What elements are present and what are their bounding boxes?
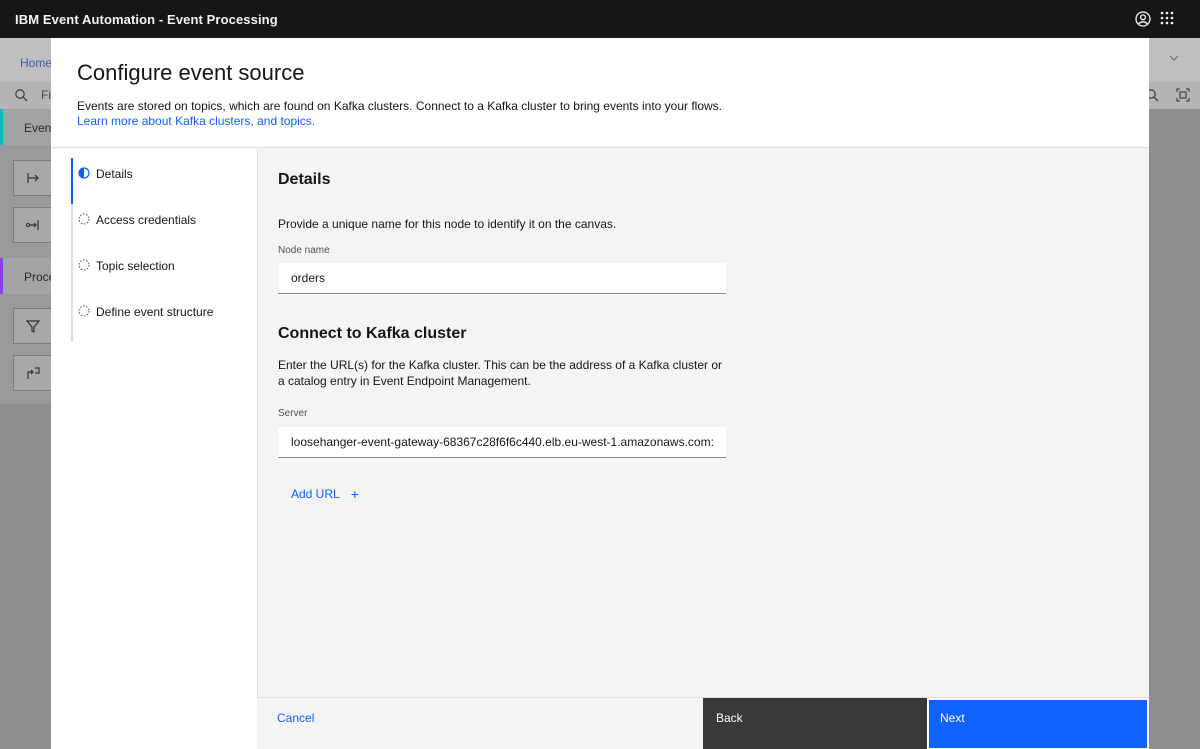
modal-description: Events are stored on topics, which are f… [77, 99, 723, 113]
event-source-tile [13, 160, 53, 196]
step-label: Define event structure [96, 305, 214, 319]
details-helper-text: Provide a unique name for this node to i… [278, 217, 617, 231]
step-incomplete-icon [78, 305, 90, 317]
brand-name: IBM [15, 11, 40, 27]
step-topic-selection[interactable]: Topic selection [71, 250, 251, 296]
transform-icon [27, 367, 40, 379]
product-name: Event Automation - Event Processing [42, 11, 278, 27]
step-rail [71, 204, 73, 250]
add-url-label: Add URL [291, 487, 340, 501]
step-define-event-structure[interactable]: Define event structure [71, 296, 251, 342]
app-switcher-icon[interactable] [1157, 9, 1177, 29]
plus-icon: + [350, 486, 359, 502]
product-title[interactable]: IBM Event Automation - Event Processing [0, 12, 278, 27]
section-accent-bar [0, 258, 3, 294]
modal-footer: Cancel Back Next [257, 697, 1149, 749]
palette-section-processors: Proce [0, 258, 55, 294]
step-label: Details [96, 167, 133, 181]
step-content: Details Provide a unique name for this n… [257, 149, 1149, 697]
step-label: Topic selection [96, 259, 175, 273]
kafka-cluster-helper-text: Enter the URL(s) for the Kafka cluster. … [278, 358, 722, 388]
search-icon [15, 89, 28, 102]
background-search-text: Fi [41, 88, 51, 102]
filter-tile [13, 308, 53, 344]
top-header: IBM Event Automation - Event Processing [0, 0, 1200, 38]
details-heading: Details [278, 171, 331, 188]
node-name-input[interactable] [278, 263, 726, 294]
user-avatar-icon[interactable] [1133, 9, 1153, 29]
back-button[interactable]: Back [703, 698, 927, 749]
step-current-icon [78, 167, 90, 179]
step-rail [71, 158, 73, 204]
server-label: Server [278, 408, 308, 419]
step-incomplete-icon [78, 213, 90, 225]
progress-steps: Details Access credentials Topic selecti… [51, 149, 257, 749]
background-node-palette: Event Proce [0, 109, 55, 404]
server-input[interactable] [278, 427, 726, 458]
step-rail [71, 296, 73, 342]
step-rail [71, 250, 73, 296]
step-access-credentials[interactable]: Access credentials [71, 204, 251, 250]
filter-icon [26, 320, 40, 333]
chevron-down-icon [1169, 55, 1179, 61]
step-label: Access credentials [96, 213, 197, 227]
transform-tile [13, 355, 53, 391]
modal-title: Configure event source [77, 60, 305, 85]
event-source-icon [27, 173, 39, 183]
step-details[interactable]: Details [71, 158, 251, 204]
modal-header: Configure event source Events are stored… [51, 38, 1149, 148]
breadcrumb-home-link: Home [20, 56, 53, 70]
cancel-button[interactable]: Cancel [277, 698, 327, 749]
add-url-button[interactable]: Add URL + [291, 486, 359, 502]
node-name-label: Node name [278, 245, 330, 256]
event-destination-icon [25, 220, 39, 230]
palette-section-events: Event [0, 109, 55, 145]
next-button[interactable]: Next [927, 698, 1149, 749]
step-incomplete-icon [78, 259, 90, 271]
section-accent-bar [0, 109, 3, 145]
kafka-cluster-heading: Connect to Kafka cluster [278, 325, 467, 342]
fit-to-screen-icon [1176, 88, 1190, 102]
configure-event-source-modal: Configure event source Events are stored… [51, 38, 1149, 749]
learn-more-link[interactable]: Learn more about Kafka clusters, and top… [77, 114, 315, 129]
event-destination-tile [13, 207, 53, 243]
